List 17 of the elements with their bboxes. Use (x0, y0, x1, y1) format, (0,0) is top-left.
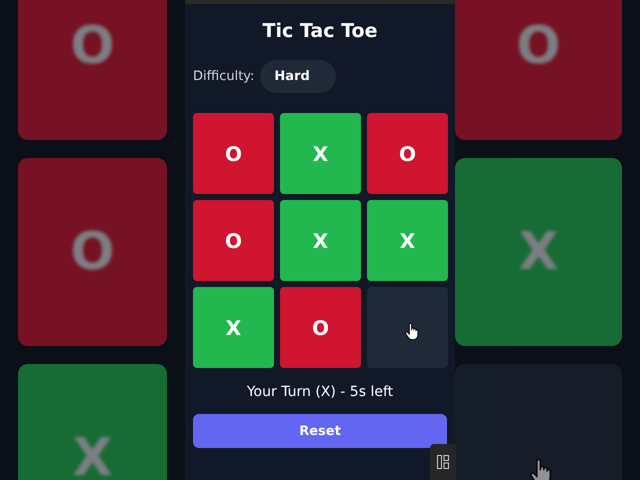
reset-button[interactable]: Reset (193, 414, 447, 448)
layout-button[interactable] (430, 444, 456, 480)
difficulty-select[interactable]: Hard (260, 60, 336, 93)
blurred-mark: X (518, 222, 559, 282)
blurred-mark: O (70, 222, 115, 282)
game-title: Tic Tac Toe (262, 20, 378, 42)
blurred-mark: O (516, 16, 561, 76)
turn-status: Your Turn (X) - 5s left (246, 384, 394, 400)
board-cell[interactable]: O (367, 113, 448, 194)
board-cell[interactable]: O (193, 200, 274, 281)
board-cell[interactable]: O (193, 113, 274, 194)
blurred-mark: X (72, 428, 113, 480)
layout-icon (437, 455, 449, 469)
board-cell[interactable] (367, 287, 448, 368)
board-cell[interactable]: O (280, 287, 361, 368)
blurred-mark: O (70, 16, 115, 76)
difficulty-label: Difficulty: (193, 69, 254, 84)
